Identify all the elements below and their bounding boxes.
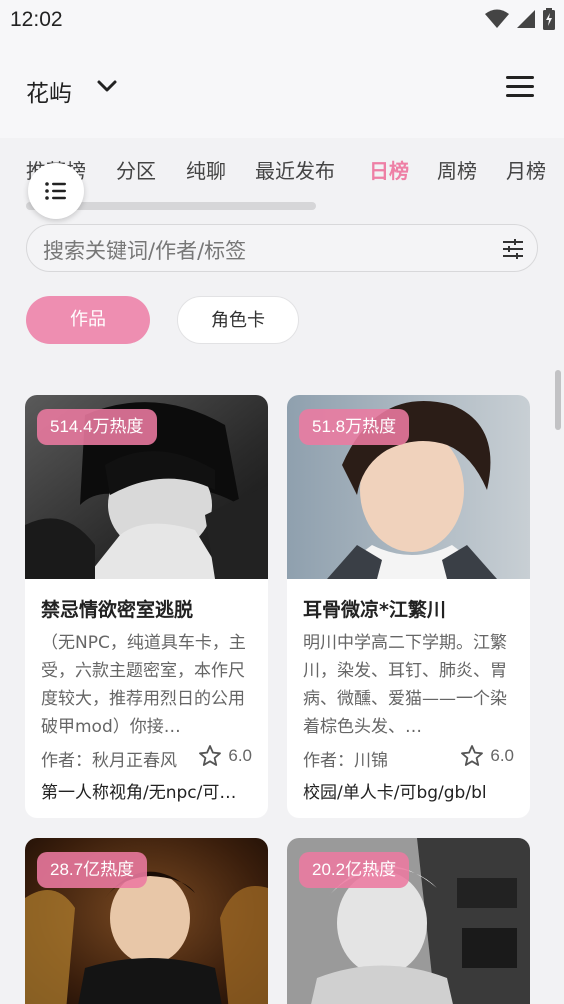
ranking-tabs: 推荐榜 分区 纯聊 最近发布 日榜 周榜 月榜 (0, 150, 564, 190)
star-icon (199, 745, 222, 766)
wifi-icon (485, 9, 509, 28)
heat-badge: 20.2亿热度 (299, 852, 410, 888)
tab-monthly[interactable]: 月榜 (506, 155, 546, 184)
work-card[interactable]: 20.2亿热度 (287, 838, 530, 1004)
star-icon (461, 745, 484, 766)
card-tags: 第一人称视角/无npc/可… (41, 783, 237, 803)
work-card[interactable]: 28.7亿热度 (25, 838, 268, 1004)
card-tags: 校园/单人卡/可bg/gb/bl (303, 783, 487, 803)
category-role-card-button[interactable]: 角色卡 (177, 296, 299, 344)
tab-pure-chat[interactable]: 纯聊 (186, 155, 226, 184)
card-title: 耳骨微凉*江繁川 (303, 599, 446, 621)
app-title[interactable]: 花屿 (26, 74, 72, 108)
chevron-down-icon[interactable] (96, 78, 118, 94)
card-description: （无NPC，纯道具车卡，主受，六款主题密室，本作尺度较大，推荐用烈日的公用破甲m… (41, 633, 246, 737)
heat-badge: 514.4万热度 (37, 409, 157, 445)
category-works-button[interactable]: 作品 (26, 296, 150, 344)
app-header: 花屿 (0, 40, 564, 138)
rating-value: 6.0 (228, 746, 252, 765)
filter-sliders-icon[interactable] (501, 237, 525, 261)
list-menu-button[interactable] (28, 163, 84, 219)
card-title: 禁忌情欲密室逃脱 (41, 599, 194, 621)
list-icon (45, 182, 66, 200)
work-card[interactable]: 51.8万热度 耳骨微凉*江繁川 明川中学高二下学期。江繁川，染发、耳钉、肺炎、… (287, 395, 530, 818)
search-input[interactable]: 搜索关键词/作者/标签 (26, 224, 538, 272)
rating-value: 6.0 (490, 746, 514, 765)
search-placeholder: 搜索关键词/作者/标签 (43, 239, 247, 263)
cellular-icon (517, 10, 535, 28)
heat-badge: 28.7亿热度 (37, 852, 148, 888)
work-card[interactable]: 514.4万热度 禁忌情欲密室逃脱 （无NPC，纯道具车卡，主受，六款主题密室，… (25, 395, 268, 818)
battery-charging-icon (543, 8, 555, 30)
card-author: 作者：秋月正春风 (41, 751, 177, 771)
tab-recent[interactable]: 最近发布 (255, 155, 335, 184)
status-icons (484, 8, 556, 30)
hamburger-menu-icon[interactable] (506, 76, 534, 98)
tab-daily[interactable]: 日榜 (369, 155, 409, 184)
tab-sections[interactable]: 分区 (116, 155, 156, 184)
card-author: 作者：川锦 (303, 751, 388, 771)
card-rating: 6.0 (198, 744, 252, 768)
heat-badge: 51.8万热度 (299, 409, 410, 445)
page-scrollbar[interactable] (555, 370, 561, 430)
tab-weekly[interactable]: 周榜 (437, 155, 477, 184)
card-description: 明川中学高二下学期。江繁川，染发、耳钉、肺炎、胃病、微醺、爱猫——一个染着棕色头… (303, 633, 507, 737)
card-rating: 6.0 (460, 744, 514, 768)
status-bar: 12:02 (0, 0, 564, 40)
status-time: 12:02 (10, 8, 63, 31)
